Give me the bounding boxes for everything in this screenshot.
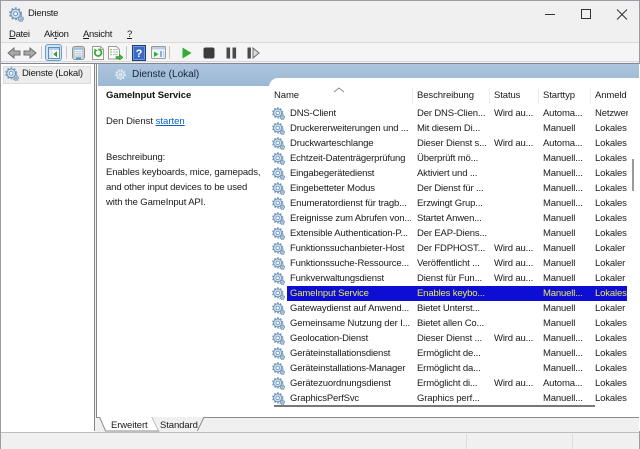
svg-text:Standard: Standard [160, 420, 198, 431]
svg-text:Erweitert: Erweitert [111, 420, 148, 431]
svg-text:?: ? [136, 48, 143, 60]
